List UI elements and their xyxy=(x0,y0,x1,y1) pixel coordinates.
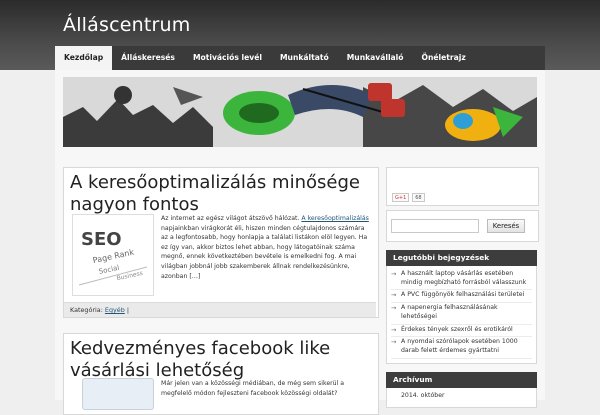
post-thumbnail[interactable]: SEO Page Rank Social Business xyxy=(72,214,154,296)
post-meta: Kategória: Egyéb | xyxy=(64,302,376,317)
post-thumbnail[interactable] xyxy=(82,378,154,410)
recent-post-link[interactable]: A használt laptop vásárlás esetében mind… xyxy=(391,269,532,291)
recent-posts-list: A használt laptop vásárlás esetében mind… xyxy=(386,266,537,364)
archive-list: 2014. október xyxy=(386,388,537,408)
excerpt-text-post: napjainkban virágkorát éli, hiszen minde… xyxy=(161,224,368,280)
archive-title: Archívum xyxy=(386,372,537,388)
gplus-count: 68 xyxy=(412,193,425,202)
recent-post-link[interactable]: A napenergia felhasználásának lehetősége… xyxy=(391,303,532,325)
social-widget: G+1 68 xyxy=(386,167,539,206)
recent-posts-title: Legutóbbi bejegyzések xyxy=(386,250,537,266)
search-button[interactable]: Keresés xyxy=(487,219,525,233)
search-widget: Keresés xyxy=(386,210,539,242)
category-link[interactable]: Egyéb xyxy=(105,306,125,314)
meta-label: Kategória: xyxy=(70,306,105,314)
gplus-button[interactable]: G+1 68 xyxy=(392,193,425,202)
meta-separator: | xyxy=(124,306,129,314)
site-title[interactable]: Álláscentrum xyxy=(63,14,191,36)
post-seo: A keresőoptimalizálás minősége nagyon fo… xyxy=(63,167,379,318)
excerpt-link[interactable]: A keresőoptimalizálás xyxy=(301,215,368,222)
gplus-label[interactable]: G+1 xyxy=(392,193,410,202)
nav-item-home[interactable]: Kezdőlap xyxy=(55,46,113,70)
post-title[interactable]: Kedvezményes facebook like vásárlási leh… xyxy=(70,338,370,382)
archive-link[interactable]: 2014. október xyxy=(401,392,445,399)
post-facebook: Kedvezményes facebook like vásárlási leh… xyxy=(63,333,379,415)
post-title[interactable]: A keresőoptimalizálás minősége nagyon fo… xyxy=(70,172,370,216)
recent-post-link[interactable]: Érdekes tények szexről és erotikáról xyxy=(391,325,532,338)
recent-post-link[interactable]: A PVC függönyök felhasználási területei xyxy=(391,290,532,304)
post-excerpt: Az internet az egész világot átszövő hál… xyxy=(161,214,371,281)
header-banner-image xyxy=(63,77,537,147)
post-excerpt: Már jelen van a közösségi médiában, de m… xyxy=(161,380,345,397)
nav-item-employee[interactable]: Munkavállaló xyxy=(338,46,413,70)
nav-item-job-search[interactable]: Álláskeresés xyxy=(112,46,184,70)
thumb-word-seo: SEO xyxy=(81,229,122,250)
nav-item-employer[interactable]: Munkáltató xyxy=(271,46,338,70)
nav-item-cover-letter[interactable]: Motivációs levél xyxy=(184,46,271,70)
excerpt-text-pre: Az internet az egész világot átszövő hál… xyxy=(161,215,302,222)
search-input[interactable] xyxy=(391,219,479,233)
main-nav: Kezdőlap Álláskeresés Motivációs levél M… xyxy=(55,46,545,70)
recent-post-link[interactable]: A nyomdai szórólapok esetében 1000 darab… xyxy=(391,337,532,359)
nav-item-resume[interactable]: Önéletrajz xyxy=(413,46,475,70)
